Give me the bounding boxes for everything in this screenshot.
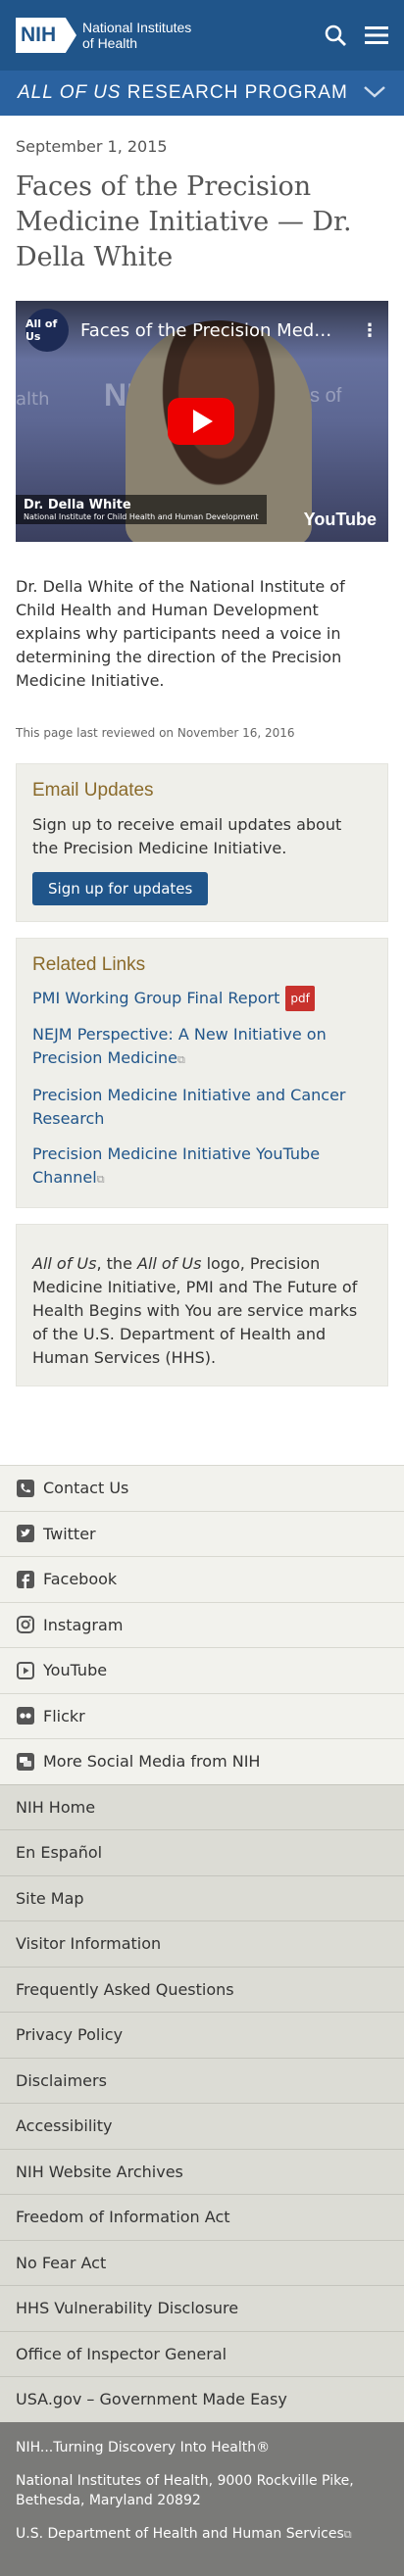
nih-logo[interactable]: NIH National Institutes of Health bbox=[16, 18, 191, 53]
footer-link[interactable]: HHS Vulnerability Disclosure bbox=[0, 2285, 404, 2331]
trademark-text: All of Us, the All of Us logo, Precision… bbox=[32, 1252, 372, 1370]
external-link-icon: ⧉ bbox=[177, 1053, 185, 1066]
related-link[interactable]: NEJM Perspective: A New Initiative on Pr… bbox=[32, 1023, 372, 1072]
social-label: More Social Media from NIH bbox=[43, 1752, 261, 1772]
footer-link[interactable]: Privacy Policy bbox=[0, 2012, 404, 2058]
social-flickr[interactable]: Flickr bbox=[0, 1692, 404, 1739]
site-header: NIH National Institutes of Health ALL OF… bbox=[0, 0, 404, 116]
program-title-italic: ALL OF US bbox=[18, 82, 122, 103]
related-links-list: PMI Working Group Final Report pdf NEJM P… bbox=[32, 986, 372, 1191]
program-bar[interactable]: ALL OF US RESEARCH PROGRAM bbox=[0, 71, 404, 116]
nih-logo-mark: NIH bbox=[16, 18, 76, 53]
social-twitter[interactable]: Twitter bbox=[0, 1510, 404, 1557]
nih-logo-text: National Institutes of Health bbox=[82, 20, 191, 51]
social-more[interactable]: More Social Media from NIH bbox=[0, 1738, 404, 1784]
more-vert-icon[interactable]: ⋮ bbox=[361, 320, 379, 341]
email-updates-heading: Email Updates bbox=[32, 780, 154, 801]
social-label: Instagram bbox=[43, 1615, 124, 1634]
chat-icon bbox=[16, 1752, 35, 1772]
email-updates-text: Sign up to receive email updates about t… bbox=[32, 815, 342, 857]
program-title: ALL OF US RESEARCH PROGRAM bbox=[18, 82, 348, 104]
hamburger-menu-icon[interactable] bbox=[365, 24, 388, 46]
footer-address: National Institutes of Health, 9000 Rock… bbox=[16, 2472, 354, 2508]
last-reviewed: This page last reviewed on November 16, … bbox=[16, 726, 295, 740]
related-link-label[interactable]: Precision Medicine Initiative YouTube Ch… bbox=[32, 1144, 320, 1187]
facebook-icon bbox=[16, 1570, 35, 1589]
social-label: Contact Us bbox=[43, 1479, 129, 1498]
twitter-icon bbox=[16, 1524, 35, 1543]
footer-link[interactable]: Disclaimers bbox=[0, 2057, 404, 2104]
tm-italic-2: All of Us bbox=[137, 1254, 202, 1273]
footer-tagline: NIH...Turning Discovery Into Health® bbox=[16, 2439, 271, 2455]
pdf-badge: pdf bbox=[285, 986, 315, 1011]
caption-org: National Institute for Child Health and … bbox=[24, 512, 259, 521]
external-link-icon: ⧉ bbox=[343, 2527, 352, 2541]
social-label: Facebook bbox=[43, 1570, 118, 1589]
search-icon[interactable] bbox=[324, 24, 347, 47]
social-label: YouTube bbox=[43, 1661, 108, 1680]
video-bg-text-left: alth bbox=[16, 389, 50, 410]
play-button[interactable] bbox=[168, 398, 234, 445]
related-links-heading: Related Links bbox=[32, 954, 146, 975]
phone-icon bbox=[16, 1479, 35, 1498]
footer-nav: NIH Home En Español Site Map Visitor Inf… bbox=[0, 1783, 404, 2422]
chevron-down-icon[interactable] bbox=[363, 84, 386, 103]
page-title: Faces of the Precision Medicine Initiati… bbox=[16, 171, 352, 272]
footer-link[interactable]: NIH Home bbox=[0, 1783, 404, 1830]
youtube-icon bbox=[16, 1661, 35, 1680]
main-content: September 1, 2015 Faces of the Precision… bbox=[0, 137, 404, 1386]
footer-link[interactable]: NIH Website Archives bbox=[0, 2148, 404, 2195]
related-link-label[interactable]: PMI Working Group Final Report bbox=[32, 989, 279, 1007]
footer-bottom: NIH...Turning Discovery Into Health® Nat… bbox=[0, 2421, 404, 2576]
social-instagram[interactable]: Instagram bbox=[0, 1601, 404, 1648]
site-footer: Contact Us Twitter Facebook Instagram Yo… bbox=[0, 1465, 404, 2576]
instagram-icon bbox=[16, 1615, 35, 1634]
footer-link[interactable]: No Fear Act bbox=[0, 2239, 404, 2286]
footer-link[interactable]: En Español bbox=[0, 1829, 404, 1875]
related-link[interactable]: Precision Medicine Initiative YouTube Ch… bbox=[32, 1142, 372, 1191]
footer-link[interactable]: Freedom of Information Act bbox=[0, 2194, 404, 2240]
email-updates-box: Email Updates Sign up to receive email u… bbox=[16, 763, 388, 922]
top-bar: NIH National Institutes of Health bbox=[0, 0, 404, 71]
logo-line-1: National Institutes bbox=[82, 20, 192, 35]
program-title-rest: RESEARCH PROGRAM bbox=[121, 82, 348, 103]
flickr-icon bbox=[16, 1706, 35, 1725]
social-links: Contact Us Twitter Facebook Instagram Yo… bbox=[0, 1465, 404, 1784]
tm-italic-1: All of Us bbox=[32, 1254, 97, 1273]
hhs-link-label[interactable]: U.S. Department of Health and Human Serv… bbox=[16, 2526, 344, 2542]
youtube-logo[interactable]: YouTube bbox=[304, 510, 377, 530]
external-link-icon: ⧉ bbox=[96, 1173, 105, 1186]
video-title[interactable]: Faces of the Precision Medicin... bbox=[80, 320, 335, 341]
footer-hhs-link[interactable]: U.S. Department of Health and Human Serv… bbox=[16, 2524, 388, 2545]
channel-avatar[interactable]: All of Us bbox=[25, 309, 69, 352]
social-label: Twitter bbox=[43, 1524, 96, 1543]
footer-link[interactable]: Visitor Information bbox=[0, 1920, 404, 1967]
footer-link[interactable]: Office of Inspector General bbox=[0, 2330, 404, 2377]
tm-text-1: , the bbox=[96, 1254, 137, 1273]
logo-line-2: of Health bbox=[82, 35, 138, 51]
video-caption: Dr. Della White National Institute for C… bbox=[16, 495, 267, 524]
footer-link[interactable]: USA.gov – Government Made Easy bbox=[0, 2376, 404, 2422]
video-title-bar: All of Us Faces of the Precision Medicin… bbox=[16, 301, 388, 360]
article-body: Dr. Della White of the National Institut… bbox=[16, 577, 345, 690]
footer-link[interactable]: Frequently Asked Questions bbox=[0, 1966, 404, 2013]
footer-link[interactable]: Site Map bbox=[0, 1874, 404, 1921]
social-facebook[interactable]: Facebook bbox=[0, 1556, 404, 1602]
trademark-box: All of Us, the All of Us logo, Precision… bbox=[16, 1224, 388, 1386]
article-date: September 1, 2015 bbox=[16, 137, 168, 156]
related-links-box: Related Links PMI Working Group Final Re… bbox=[16, 938, 388, 1208]
social-contact-us[interactable]: Contact Us bbox=[0, 1465, 404, 1511]
signup-button[interactable]: Sign up for updates bbox=[32, 872, 209, 905]
related-link-label[interactable]: Precision Medicine Initiative and Cancer… bbox=[32, 1086, 346, 1128]
social-label: Flickr bbox=[43, 1706, 85, 1725]
related-link[interactable]: Precision Medicine Initiative and Cancer… bbox=[32, 1084, 372, 1131]
video-player[interactable]: alth NIH Institutes of Health All of Us … bbox=[16, 301, 388, 542]
footer-link[interactable]: Accessibility bbox=[0, 2103, 404, 2149]
caption-name: Dr. Della White bbox=[24, 498, 131, 512]
related-link[interactable]: PMI Working Group Final Report pdf bbox=[32, 986, 372, 1011]
social-youtube[interactable]: YouTube bbox=[0, 1647, 404, 1693]
header-actions bbox=[324, 24, 388, 47]
